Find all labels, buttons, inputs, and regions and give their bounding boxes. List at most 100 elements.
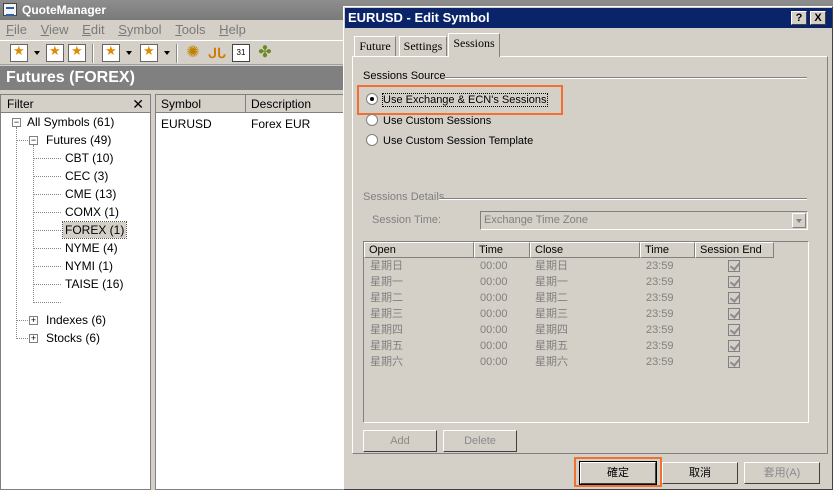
tab-settings[interactable]: Settings bbox=[399, 36, 447, 56]
export-dropdown-icon[interactable] bbox=[126, 51, 132, 55]
open-day-cell[interactable]: 星期三 bbox=[370, 306, 403, 322]
close-time-cell[interactable]: 23:59 bbox=[646, 290, 674, 306]
description-cell[interactable]: Forex EUR bbox=[251, 116, 310, 132]
apply-button[interactable]: 套用(A) bbox=[744, 462, 820, 484]
close-time-cell[interactable]: 23:59 bbox=[646, 306, 674, 322]
column-open-time[interactable]: Time bbox=[474, 242, 530, 258]
app-icon bbox=[3, 3, 17, 16]
session-end-checkbox[interactable] bbox=[728, 260, 740, 272]
close-day-cell[interactable]: 星期六 bbox=[535, 354, 568, 370]
tree-line bbox=[33, 266, 61, 267]
gear-icon[interactable]: ✺ bbox=[184, 44, 202, 62]
add-button[interactable]: Add bbox=[363, 430, 437, 452]
ok-button[interactable]: 確定 bbox=[579, 461, 657, 485]
expand-icon[interactable]: + bbox=[29, 334, 38, 343]
tree-node-nyme[interactable]: NYME (4) bbox=[65, 240, 118, 256]
open-time-cell[interactable]: 00:00 bbox=[480, 322, 508, 338]
tree-node-nymi[interactable]: NYMI (1) bbox=[65, 258, 113, 274]
calendar-icon[interactable]: 31 bbox=[232, 44, 250, 62]
tree-node-cbt[interactable]: CBT (10) bbox=[65, 150, 113, 166]
column-session-end[interactable]: Session End bbox=[695, 242, 774, 258]
open-day-cell[interactable]: 星期四 bbox=[370, 322, 403, 338]
tree-node-taise[interactable]: TAISE (16) bbox=[65, 276, 123, 292]
export-icon[interactable] bbox=[102, 43, 120, 62]
cancel-button[interactable]: 取消 bbox=[662, 462, 738, 484]
close-button[interactable]: X bbox=[810, 11, 826, 25]
tree-node-stocks[interactable]: Stocks (6) bbox=[46, 330, 100, 346]
radio-custom-template[interactable]: Use Custom Session Template bbox=[366, 134, 533, 148]
open-day-cell[interactable]: 星期五 bbox=[370, 338, 403, 354]
open-day-cell[interactable]: 星期日 bbox=[370, 258, 403, 274]
session-end-checkbox[interactable] bbox=[728, 292, 740, 304]
open-time-cell[interactable]: 00:00 bbox=[480, 258, 508, 274]
radio-button[interactable] bbox=[366, 134, 378, 146]
menu-edit[interactable]: Edit bbox=[82, 20, 104, 40]
column-open[interactable]: Open bbox=[364, 242, 474, 258]
menu-symbol[interactable]: Symbol bbox=[118, 20, 161, 40]
close-time-cell[interactable]: 23:59 bbox=[646, 258, 674, 274]
column-divider[interactable] bbox=[245, 95, 246, 113]
open-day-cell[interactable]: 星期六 bbox=[370, 354, 403, 370]
menu-tools[interactable]: Tools bbox=[175, 20, 205, 40]
radio-custom-sessions[interactable]: Use Custom Sessions bbox=[366, 114, 491, 128]
radio-exchange-sessions[interactable]: Use Exchange & ECN's Sessions bbox=[366, 93, 548, 107]
open-time-cell[interactable]: 00:00 bbox=[480, 306, 508, 322]
expand-icon[interactable]: + bbox=[29, 316, 38, 325]
column-close[interactable]: Close bbox=[530, 242, 640, 258]
tree-node-comx[interactable]: COMX (1) bbox=[65, 204, 119, 220]
close-day-cell[interactable]: 星期日 bbox=[535, 258, 568, 274]
symbol-icon[interactable] bbox=[140, 43, 158, 62]
new-symbol-icon[interactable] bbox=[10, 43, 28, 62]
symbol-dropdown-icon[interactable] bbox=[164, 51, 170, 55]
open-day-cell[interactable]: 星期二 bbox=[370, 290, 403, 306]
close-day-cell[interactable]: 星期三 bbox=[535, 306, 568, 322]
session-end-checkbox[interactable] bbox=[728, 324, 740, 336]
session-end-checkbox[interactable] bbox=[728, 340, 740, 352]
close-time-cell[interactable]: 23:59 bbox=[646, 322, 674, 338]
close-day-cell[interactable]: 星期五 bbox=[535, 338, 568, 354]
tree-node-futures[interactable]: Futures (49) bbox=[46, 132, 111, 148]
new-symbol-dropdown-icon[interactable] bbox=[34, 51, 40, 55]
column-description[interactable]: Description bbox=[251, 95, 311, 113]
collapse-icon[interactable]: − bbox=[29, 136, 38, 145]
radio-button[interactable] bbox=[366, 93, 378, 105]
session-end-checkbox[interactable] bbox=[728, 308, 740, 320]
open-time-cell[interactable]: 00:00 bbox=[480, 354, 508, 370]
session-time-select[interactable]: Exchange Time Zone bbox=[480, 211, 808, 230]
tree-node-forex[interactable]: FOREX (1) bbox=[61, 221, 128, 239]
menu-help[interactable]: Help bbox=[219, 20, 246, 40]
close-icon[interactable]: ✕ bbox=[132, 95, 144, 113]
collapse-icon[interactable]: − bbox=[12, 118, 21, 127]
tree-node-cme[interactable]: CME (13) bbox=[65, 186, 116, 202]
close-time-cell[interactable]: 23:59 bbox=[646, 274, 674, 290]
close-time-cell[interactable]: 23:59 bbox=[646, 338, 674, 354]
tree-node-all-symbols[interactable]: All Symbols (61) bbox=[27, 114, 114, 130]
column-close-time[interactable]: Time bbox=[640, 242, 695, 258]
edit-symbol-icon[interactable] bbox=[46, 43, 64, 62]
tab-future[interactable]: Future bbox=[354, 36, 396, 56]
puzzle-icon[interactable]: ✤ bbox=[256, 44, 274, 62]
close-day-cell[interactable]: 星期一 bbox=[535, 274, 568, 290]
tab-sessions[interactable]: Sessions bbox=[448, 33, 500, 57]
open-time-cell[interactable]: 00:00 bbox=[480, 338, 508, 354]
column-symbol[interactable]: Symbol bbox=[161, 95, 201, 113]
close-day-cell[interactable]: 星期四 bbox=[535, 322, 568, 338]
flame-icon[interactable]: ᒍᒐ bbox=[208, 44, 226, 62]
menu-view[interactable]: View bbox=[41, 20, 69, 40]
session-end-checkbox[interactable] bbox=[728, 356, 740, 368]
open-time-cell[interactable]: 00:00 bbox=[480, 290, 508, 306]
help-button[interactable]: ? bbox=[791, 11, 807, 25]
open-day-cell[interactable]: 星期一 bbox=[370, 274, 403, 290]
open-time-cell[interactable]: 00:00 bbox=[480, 274, 508, 290]
session-end-checkbox[interactable] bbox=[728, 276, 740, 288]
delete-button[interactable]: Delete bbox=[443, 430, 517, 452]
symbol-cell[interactable]: EURUSD bbox=[161, 116, 212, 132]
tree-node-indexes[interactable]: Indexes (6) bbox=[46, 312, 106, 328]
import-icon[interactable] bbox=[68, 43, 86, 62]
menu-file[interactable]: File bbox=[6, 20, 27, 40]
radio-button[interactable] bbox=[366, 114, 378, 126]
chevron-down-icon[interactable] bbox=[792, 213, 806, 228]
tree-node-cec[interactable]: CEC (3) bbox=[65, 168, 108, 184]
close-time-cell[interactable]: 23:59 bbox=[646, 354, 674, 370]
close-day-cell[interactable]: 星期二 bbox=[535, 290, 568, 306]
